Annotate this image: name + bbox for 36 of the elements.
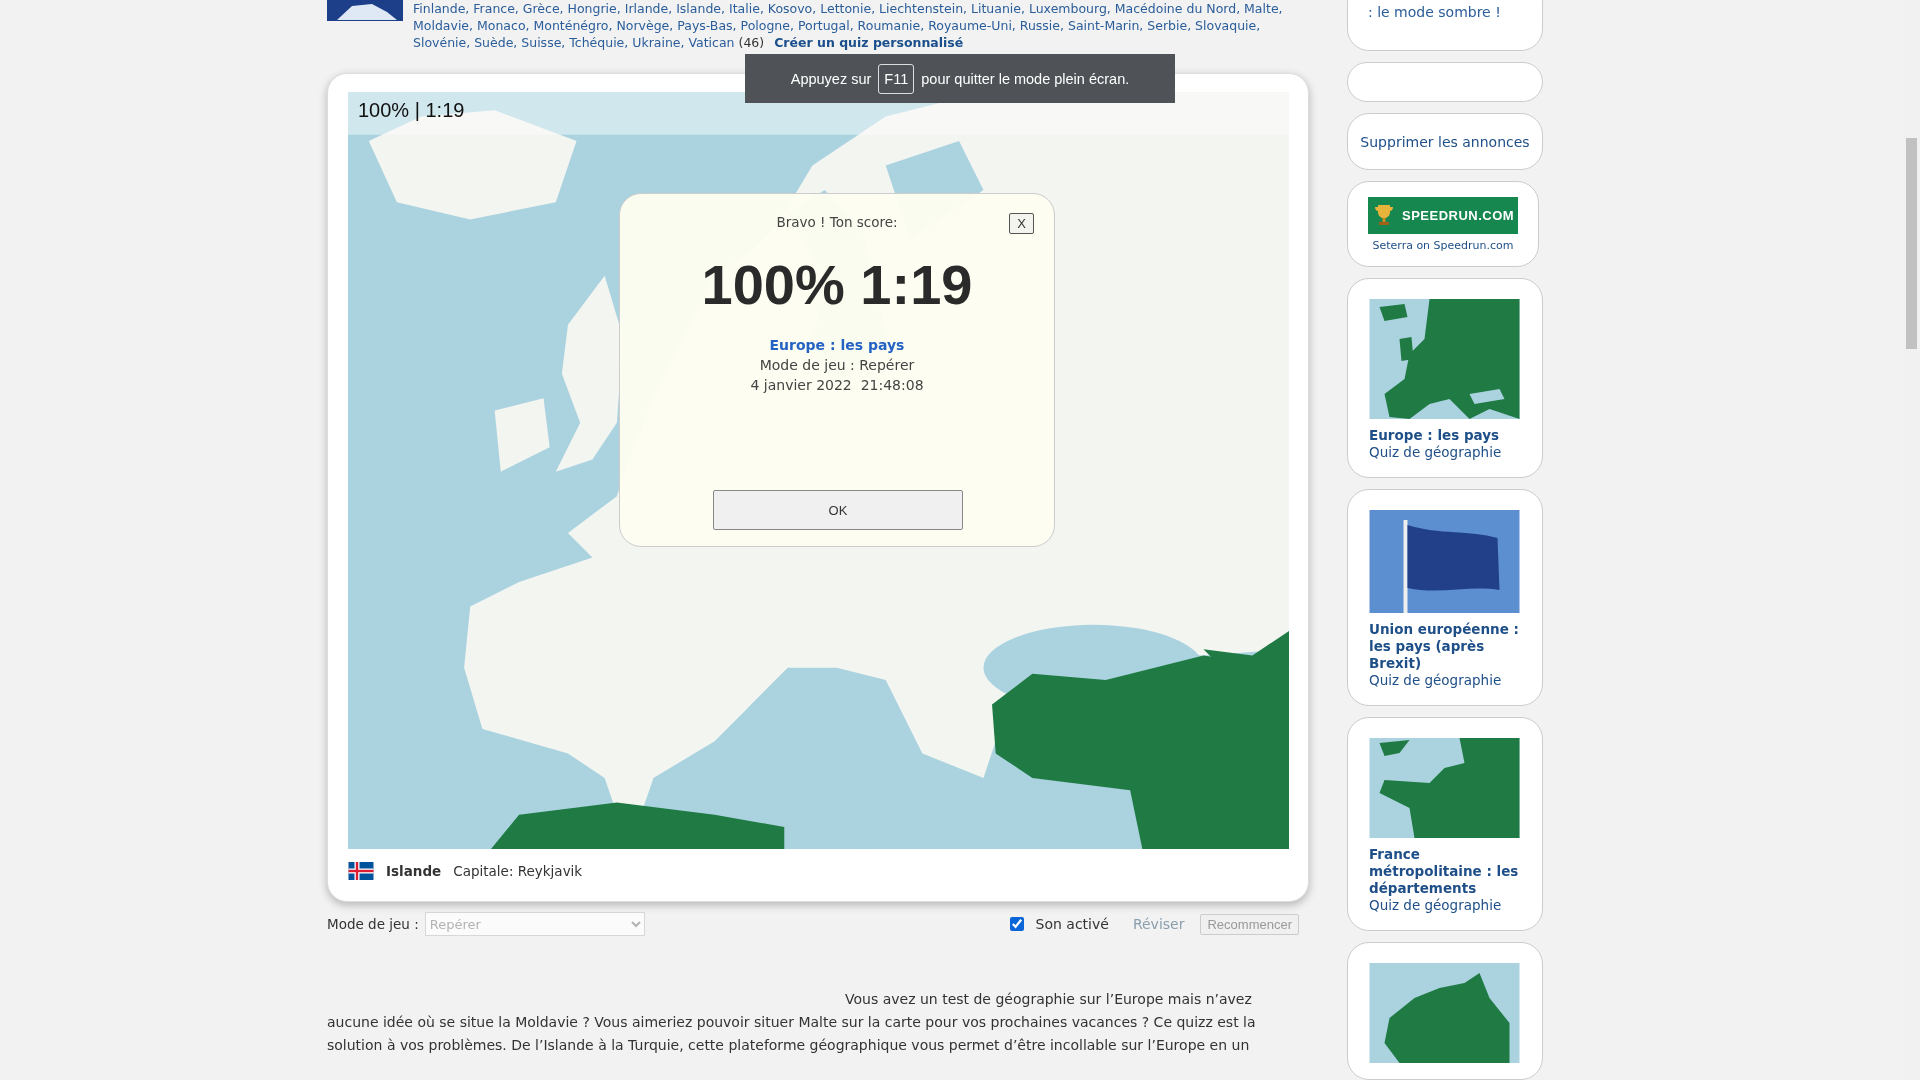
scrollbar-thumb[interactable] [1906,138,1917,349]
notice-text: pour quitter le mode plein écran. [921,70,1130,87]
sound-checkbox[interactable] [1009,917,1024,931]
quiz-title[interactable]: Union européenne : les pays (après Brexit) [1369,621,1520,672]
trophy-icon [1374,204,1394,227]
close-button[interactable]: X [1009,213,1034,234]
custom-quiz-link[interactable]: Créer un quiz personnalisé [774,35,964,50]
quiz-subtitle: Quiz de géographie [1369,672,1502,689]
speedrun-logo[interactable]: SPEEDRUN.COM [1368,196,1518,234]
game-mode-text: Mode de jeu : Repérer [759,357,915,373]
quiz-card[interactable]: Europe : les pays Quiz de géographie [1347,278,1543,478]
score-status: 100% | 1:19 [358,99,465,122]
quiz-card[interactable] [1347,942,1543,1080]
quiz-card[interactable]: France métropolitaine : les départements Quiz de géographie [1347,717,1543,931]
flag-icon [348,862,374,880]
quiz-subtitle: Quiz de géographie [1369,897,1502,914]
ok-button[interactable]: OK [713,490,963,530]
notice-text[interactable]: : le mode sombre ! [1368,4,1501,21]
final-score: 100% 1:19 [701,252,973,317]
remove-ads-link[interactable]: Supprimer les annonces [1360,133,1530,150]
mode-label: Mode de jeu : [327,916,419,932]
country-list: Finlande, France, Grèce, Hongrie, Irlande, Islande, Italie, Kosovo, Lettonie, Liechtenstein, Lituanie, Luxembourg, Macédoine du Nord, Malte, Moldavie, Monaco, Monténégro, Norvège, Pays-Bas, Pologne, Portugal, Roumanie, Royaume-Uni, Russie, Saint-Marin, Serbie, Slovaquie, Slovénie, Suède, Suisse, Tchéquie, Ukraine, Vatican (46) Créer un quiz personnalisé [413,0,1303,51]
country-name: Islande [386,863,442,879]
sound-label: Son activé [1035,916,1109,932]
description-text: Vous avez un test de géographie sur l’Europe mais n’avez aucune idée où se situe la Moldavie ? Vous aimeriez pouvoir situer Malte sur la carte pour vos prochaines vacances ? Ce quizz est la solution à vos problèmes. De l’Islande à la Turquie, cette plateforme géographique vous permet d’être incollable sur l’Europe en un [327,990,1257,1055]
quiz-title[interactable]: France métropolitaine : les départements [1369,846,1520,897]
speedrun-caption[interactable]: Seterra on Speedrun.com [1372,238,1514,252]
quiz-subtitle: Quiz de géographie [1369,444,1502,461]
dialog-heading: Bravo ! Ton score: [776,214,898,230]
capital-text: Capitale: Reykjavik [453,863,583,879]
quiz-title[interactable]: Europe : les pays [1369,427,1520,444]
notice-text: Appuyez sur [790,70,872,87]
date-text: 4 janvier 2022 21:48:08 [750,377,924,393]
quiz-card[interactable]: Union européenne : les pays (après Brexit) Quiz de géographie [1347,489,1543,706]
key-label: F11 [878,63,915,94]
quiz-title: Europe : les pays [769,337,905,353]
